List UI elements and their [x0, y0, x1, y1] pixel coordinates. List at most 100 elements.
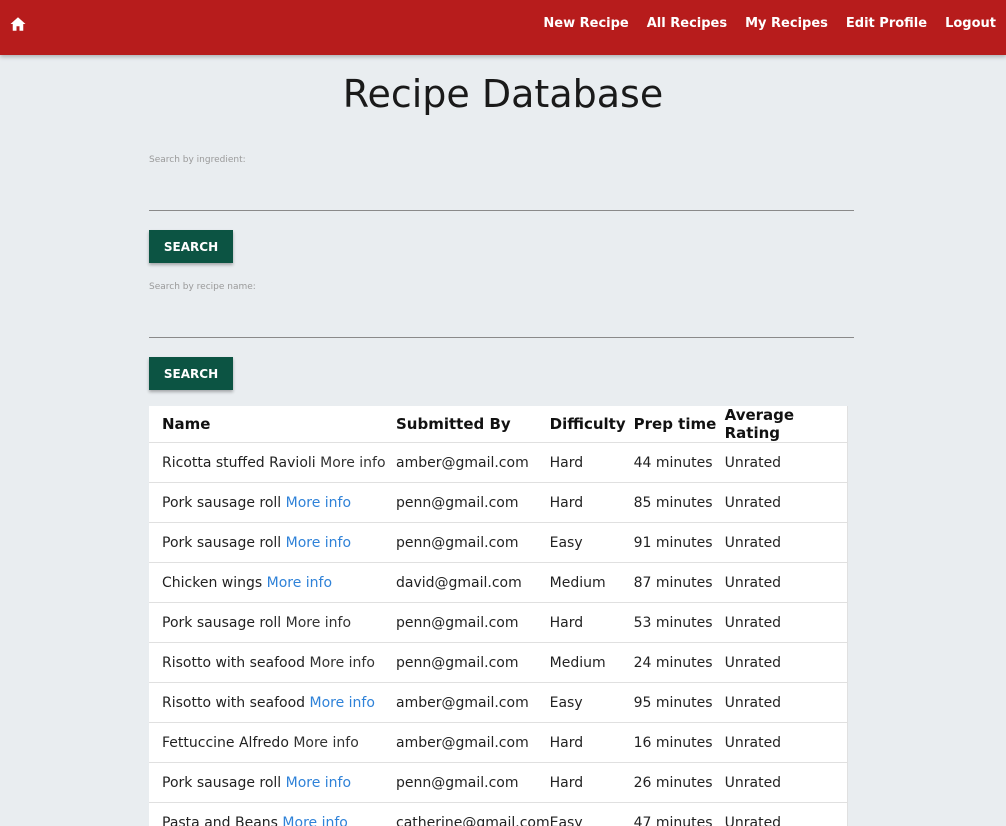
submitted-by-cell: amber@gmail.com — [396, 723, 550, 763]
prep-time-cell: 91 minutes — [634, 523, 725, 563]
recipe-name-cell: Pork sausage roll More info — [149, 763, 396, 803]
recipe-name-cell: Ricotta stuffed Ravioli More info — [149, 443, 396, 483]
home-icon[interactable] — [9, 15, 27, 33]
prep-time-cell: 85 minutes — [634, 483, 725, 523]
submitted-by-cell: penn@gmail.com — [396, 643, 550, 683]
recipe-name-search-button[interactable]: Search — [149, 357, 233, 390]
submitted-by-cell: amber@gmail.com — [396, 443, 550, 483]
more-info-link[interactable]: More info — [310, 655, 375, 671]
more-info-link[interactable]: More info — [293, 735, 358, 751]
recipe-name-cell: Pork sausage roll More info — [149, 603, 396, 643]
recipe-name-cell: Risotto with seafood More info — [149, 683, 396, 723]
table-row: Chicken wings More infodavid@gmail.comMe… — [149, 563, 847, 603]
column-header-name: Name — [149, 406, 396, 443]
table-row: Pasta and Beans More infocatherine@gmail… — [149, 803, 847, 826]
recipe-name: Risotto with seafood — [162, 695, 305, 711]
prep-time-cell: 47 minutes — [634, 803, 725, 826]
page-title: Recipe Database — [0, 72, 1006, 116]
table-row: Pork sausage roll More infopenn@gmail.co… — [149, 603, 847, 643]
more-info-link[interactable]: More info — [267, 575, 332, 591]
nav-edit-profile[interactable]: Edit Profile — [846, 16, 927, 31]
recipe-name-cell: Pork sausage roll More info — [149, 523, 396, 563]
nav-new-recipe[interactable]: New Recipe — [543, 16, 628, 31]
nav-my-recipes[interactable]: My Recipes — [745, 16, 828, 31]
more-info-link[interactable]: More info — [286, 775, 351, 791]
recipe-name: Pork sausage roll — [162, 535, 281, 551]
prep-time-cell: 53 minutes — [634, 603, 725, 643]
top-navbar: New Recipe All Recipes My Recipes Edit P… — [0, 0, 1006, 55]
table-row: Fettuccine Alfredo More infoamber@gmail.… — [149, 723, 847, 763]
prep-time-cell: 95 minutes — [634, 683, 725, 723]
recipe-name-search-label: Search by recipe name: — [149, 282, 256, 292]
difficulty-cell: Hard — [550, 723, 634, 763]
column-header-difficulty: Difficulty — [550, 406, 634, 443]
average-rating-cell: Unrated — [725, 523, 847, 563]
average-rating-cell: Unrated — [725, 443, 847, 483]
more-info-link[interactable]: More info — [286, 495, 351, 511]
recipe-name: Pasta and Beans — [162, 815, 278, 826]
table-row: Ricotta stuffed Ravioli More infoamber@g… — [149, 443, 847, 483]
prep-time-cell: 44 minutes — [634, 443, 725, 483]
recipe-name: Risotto with seafood — [162, 655, 305, 671]
average-rating-cell: Unrated — [725, 563, 847, 603]
recipe-name: Ricotta stuffed Ravioli — [162, 455, 316, 471]
prep-time-cell: 87 minutes — [634, 563, 725, 603]
recipes-table-container: Name Submitted By Difficulty Prep time A… — [149, 406, 848, 826]
difficulty-cell: Easy — [550, 803, 634, 826]
nav-all-recipes[interactable]: All Recipes — [647, 16, 727, 31]
column-header-submitted-by: Submitted By — [396, 406, 550, 443]
submitted-by-cell: penn@gmail.com — [396, 483, 550, 523]
ingredient-search-label: Search by ingredient: — [149, 155, 246, 165]
more-info-link[interactable]: More info — [286, 535, 351, 551]
recipe-name-cell: Pork sausage roll More info — [149, 483, 396, 523]
difficulty-cell: Medium — [550, 563, 634, 603]
submitted-by-cell: penn@gmail.com — [396, 763, 550, 803]
more-info-link[interactable]: More info — [282, 815, 347, 826]
recipe-name-search-input[interactable] — [149, 309, 854, 338]
difficulty-cell: Hard — [550, 763, 634, 803]
difficulty-cell: Medium — [550, 643, 634, 683]
more-info-link[interactable]: More info — [310, 695, 375, 711]
nav-links: New Recipe All Recipes My Recipes Edit P… — [525, 0, 996, 46]
table-row: Pork sausage roll More infopenn@gmail.co… — [149, 483, 847, 523]
column-header-prep-time: Prep time — [634, 406, 725, 443]
recipe-name: Chicken wings — [162, 575, 262, 591]
submitted-by-cell: david@gmail.com — [396, 563, 550, 603]
difficulty-cell: Hard — [550, 483, 634, 523]
average-rating-cell: Unrated — [725, 603, 847, 643]
ingredient-search-input[interactable] — [149, 182, 854, 211]
recipe-name-cell: Risotto with seafood More info — [149, 643, 396, 683]
submitted-by-cell: catherine@gmail.com — [396, 803, 550, 826]
recipe-name-cell: Chicken wings More info — [149, 563, 396, 603]
table-row: Risotto with seafood More infoamber@gmai… — [149, 683, 847, 723]
table-row: Risotto with seafood More infopenn@gmail… — [149, 643, 847, 683]
difficulty-cell: Hard — [550, 443, 634, 483]
recipe-name: Fettuccine Alfredo — [162, 735, 289, 751]
more-info-link[interactable]: More info — [286, 615, 351, 631]
prep-time-cell: 24 minutes — [634, 643, 725, 683]
difficulty-cell: Easy — [550, 523, 634, 563]
table-row: Pork sausage roll More infopenn@gmail.co… — [149, 523, 847, 563]
average-rating-cell: Unrated — [725, 723, 847, 763]
average-rating-cell: Unrated — [725, 763, 847, 803]
recipe-name-cell: Pasta and Beans More info — [149, 803, 396, 826]
table-body: Ricotta stuffed Ravioli More infoamber@g… — [149, 443, 847, 826]
table-header-row: Name Submitted By Difficulty Prep time A… — [149, 406, 847, 443]
average-rating-cell: Unrated — [725, 803, 847, 826]
column-header-average-rating: Average Rating — [725, 406, 847, 443]
nav-logout[interactable]: Logout — [945, 16, 996, 31]
table-row: Pork sausage roll More infopenn@gmail.co… — [149, 763, 847, 803]
difficulty-cell: Hard — [550, 603, 634, 643]
average-rating-cell: Unrated — [725, 483, 847, 523]
more-info-link[interactable]: More info — [320, 455, 385, 471]
ingredient-search-button[interactable]: Search — [149, 230, 233, 263]
prep-time-cell: 16 minutes — [634, 723, 725, 763]
recipes-table: Name Submitted By Difficulty Prep time A… — [149, 406, 847, 826]
recipe-name: Pork sausage roll — [162, 775, 281, 791]
submitted-by-cell: penn@gmail.com — [396, 603, 550, 643]
recipe-name-cell: Fettuccine Alfredo More info — [149, 723, 396, 763]
submitted-by-cell: penn@gmail.com — [396, 523, 550, 563]
recipe-name: Pork sausage roll — [162, 615, 281, 631]
average-rating-cell: Unrated — [725, 643, 847, 683]
average-rating-cell: Unrated — [725, 683, 847, 723]
